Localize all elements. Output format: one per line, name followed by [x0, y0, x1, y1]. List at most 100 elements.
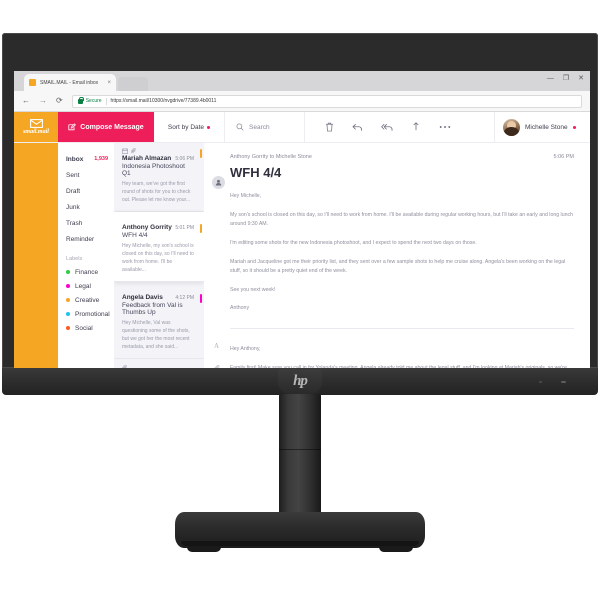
reply-paragraph[interactable]: Hey Anthony, [230, 345, 574, 355]
sidebar-item-label: Sent [66, 171, 80, 179]
power-led [561, 381, 566, 383]
forward-button[interactable]: → [39, 97, 47, 105]
label-color-dot [66, 284, 70, 288]
screenshot-root: SMAIL.MAIL - Email inbox × — ❐ ✕ ← → ⟳ S… [0, 0, 600, 600]
calendar-icon [122, 148, 128, 154]
sidebar-item-legal[interactable]: Legal [66, 279, 114, 293]
monitor-stand-neck [279, 394, 321, 516]
status-led [539, 381, 542, 383]
sidebar-item-trash[interactable]: Trash [66, 215, 114, 231]
brand-rail [14, 142, 58, 388]
app-header: smail.mail Compose Message Sort by Date [14, 112, 590, 143]
reader-meta: Anthony Gorrity to Michelle Stone 5:06 P… [230, 142, 574, 160]
list-item[interactable]: Anthony Gorrity 5:01 PM WFH 4/4 Hey Mich… [114, 212, 204, 283]
window-controls: — ❐ ✕ [547, 75, 584, 83]
reply-divider [230, 328, 574, 329]
compose-message-button[interactable]: Compose Message [58, 112, 154, 142]
lock-icon [77, 96, 84, 104]
message-preview: Hey Michelle, Val was questioning some o… [122, 320, 190, 350]
sidebar-item-label: Junk [66, 203, 80, 211]
sidebar-item-label: Creative [75, 296, 100, 304]
tab-close-icon[interactable]: × [107, 80, 111, 86]
reply-icon[interactable] [352, 123, 363, 132]
sidebar-item-finance[interactable]: Finance [66, 265, 114, 279]
new-tab-button[interactable] [118, 77, 148, 91]
sidebar-item-reminder[interactable]: Reminder [66, 231, 114, 247]
message-signature: Anthony [230, 305, 250, 312]
close-window-button[interactable]: ✕ [578, 75, 584, 83]
sidebar-item-sent[interactable]: Sent [66, 167, 114, 183]
url-text: https://smail.mail/10300/nvgdrive/77389.… [110, 98, 217, 104]
message-toolbar [305, 112, 494, 142]
sidebar-item-label: Trash [66, 219, 83, 227]
forward-icon[interactable] [411, 122, 421, 132]
message-icons [122, 148, 194, 154]
message-list[interactable]: Mariah Almazan 5:06 PM Indonesia Photosh… [114, 142, 204, 388]
message-paragraph: My son's school is closed on this day, s… [230, 211, 573, 228]
chevron-down-icon [572, 125, 576, 129]
avatar [503, 118, 520, 136]
message-reader: Anthony Gorrity to Michelle Stone 5:06 P… [204, 142, 590, 388]
reload-button[interactable]: ⟳ [56, 97, 63, 105]
maximize-button[interactable]: ❐ [563, 75, 569, 83]
message-sender: Mariah Almazan [122, 155, 172, 162]
sort-label: Sort by Date [167, 123, 205, 131]
more-options-icon[interactable] [439, 125, 451, 129]
app-logo-text: smail.mail [23, 129, 49, 135]
message-flag [199, 149, 202, 158]
sidebar-item-label: Legal [75, 282, 91, 290]
sidebar-item-inbox[interactable]: Inbox 1,939 [66, 151, 114, 167]
message-flag [199, 294, 202, 304]
search-icon [236, 123, 244, 131]
sidebar-item-label: Finance [75, 268, 99, 276]
sidebar-item-draft[interactable]: Draft [66, 183, 114, 199]
message-sender: Anthony Gorrity [122, 224, 172, 232]
browser-tab[interactable]: SMAIL.MAIL - Email inbox × [24, 74, 116, 91]
tab-title: SMAIL.MAIL - Email inbox [40, 79, 99, 86]
minimize-button[interactable]: — [547, 75, 554, 83]
label-color-dot [66, 270, 70, 274]
chevron-down-icon [207, 125, 211, 129]
list-item[interactable]: Mariah Almazan 5:06 PM Indonesia Photosh… [114, 142, 204, 213]
compose-label: Compose Message [80, 123, 144, 131]
monitor-viewport: SMAIL.MAIL - Email inbox × — ❐ ✕ ← → ⟳ S… [14, 71, 590, 388]
search-input[interactable]: Search [225, 112, 305, 142]
message-paragraph: I'm editing some shots for the new Indon… [230, 239, 477, 246]
address-bar[interactable]: Secure https://smail.mail/10300/nvgdrive… [71, 94, 582, 108]
back-button[interactable]: ← [22, 97, 30, 105]
app-logo[interactable]: smail.mail [14, 112, 58, 142]
secure-label: Secure [85, 98, 102, 104]
list-item[interactable]: Angela Davis 4:12 PM Feedback from Val i… [114, 282, 204, 360]
sort-by-date-dropdown[interactable]: Sort by Date [154, 112, 225, 142]
message-flag [199, 224, 202, 234]
sidebar-item-social[interactable]: Social [66, 321, 114, 335]
browser-toolbar: ← → ⟳ Secure https://smail.mail/10300/nv… [14, 91, 590, 112]
reply-all-icon[interactable] [381, 123, 393, 132]
sidebar-item-label: Promotional [75, 310, 110, 318]
delete-icon[interactable] [325, 122, 334, 132]
page-title: WFH 4/4 [230, 165, 282, 180]
sidebar-item-creative[interactable]: Creative [66, 293, 114, 307]
message-sender: Angela Davis [122, 294, 163, 302]
favicon-icon [29, 79, 36, 86]
sidebar-item-label: Inbox [66, 155, 84, 163]
message-subject: Indonesia Photoshoot Q1 [122, 163, 185, 177]
text-format-icon[interactable]: A [214, 342, 221, 350]
reader-time: 5:06 PM [553, 154, 574, 160]
envelope-icon [29, 119, 43, 128]
user-menu[interactable]: Michelle Stone [494, 112, 590, 142]
hp-logo: hp [278, 369, 322, 394]
sidebar-item-label: Reminder [66, 235, 95, 243]
message-paragraph: See you next week! [230, 286, 276, 293]
search-placeholder: Search [249, 123, 270, 131]
sidebar-item-label: Draft [66, 187, 81, 195]
folder-nav: Inbox 1,939 Sent Draft Junk Trash Remind… [58, 142, 114, 388]
label-color-dot [66, 298, 70, 302]
url-separator [105, 97, 107, 105]
reader-main: Anthony Gorrity to Michelle Stone 5:06 P… [230, 142, 590, 388]
compose-icon [68, 123, 77, 131]
sidebar-item-promotional[interactable]: Promotional [66, 307, 114, 321]
message-preview: Hey team, we've got the first round of s… [122, 181, 191, 203]
sidebar-item-junk[interactable]: Junk [66, 199, 114, 215]
reader-participants: Anthony Gorrity to Michelle Stone [230, 154, 312, 160]
